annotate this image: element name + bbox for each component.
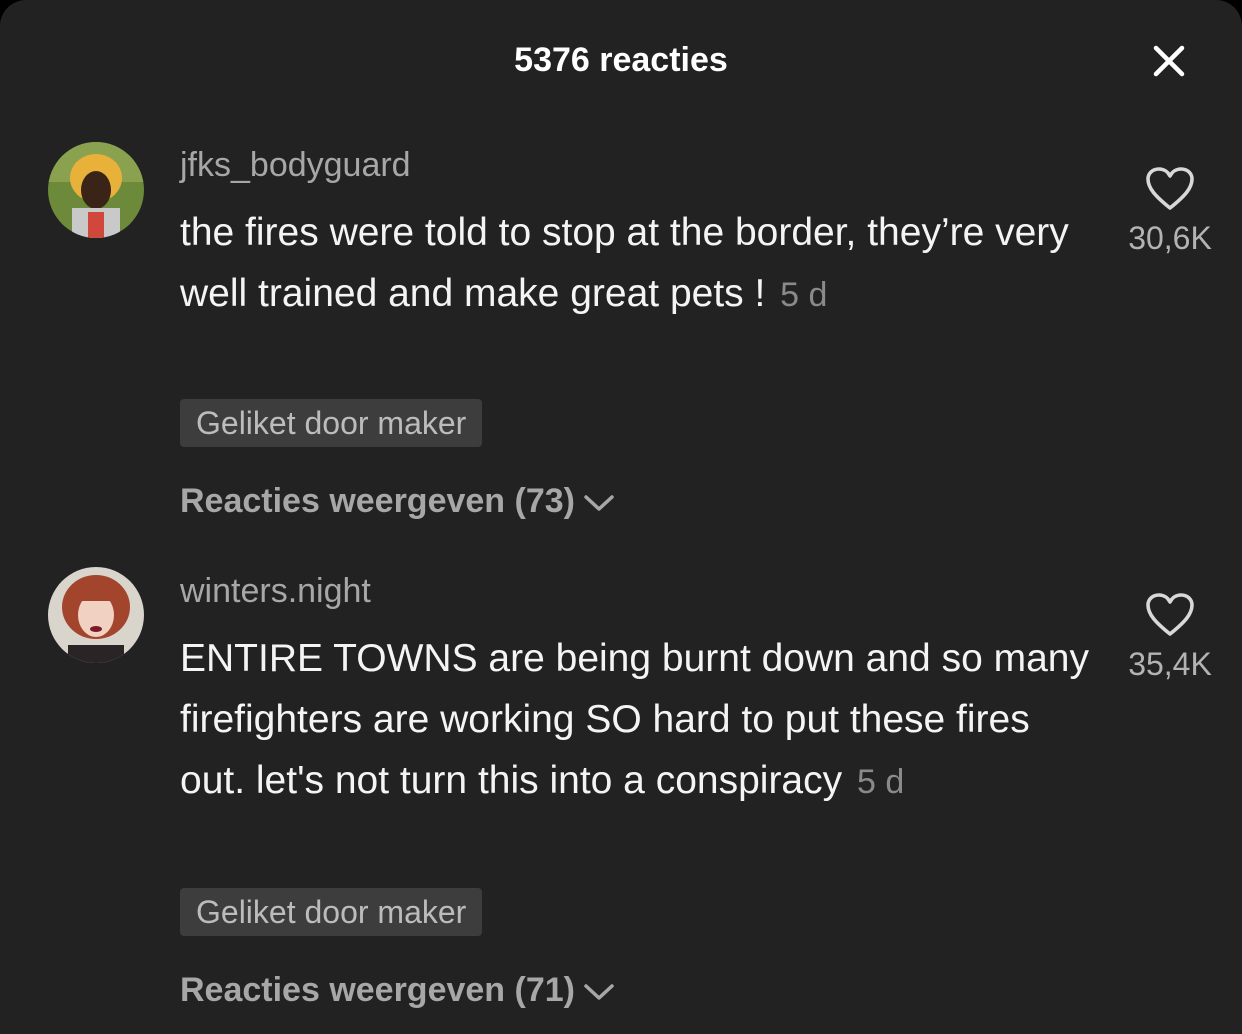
- chevron-down-icon: [584, 495, 614, 511]
- comment-text-block: the fires were told to stop at the borde…: [180, 202, 1090, 326]
- avatar[interactable]: [48, 567, 144, 663]
- comment-age: 5 d: [780, 276, 828, 314]
- like-button[interactable]: 35,4K: [1110, 592, 1230, 684]
- like-count: 35,4K: [1128, 646, 1212, 682]
- view-replies-label: Reacties weergeven (71): [180, 971, 575, 1009]
- heart-icon: [1146, 593, 1194, 636]
- close-icon[interactable]: [1148, 40, 1190, 82]
- comments-sheet: 5376 reacties jfks_bodyguard the fires w…: [0, 0, 1242, 1034]
- heart-icon: [1146, 167, 1194, 210]
- comment-text: ENTIRE TOWNS are being burnt down and so…: [180, 637, 1089, 802]
- liked-by-creator-badge: Geliket door maker: [180, 399, 483, 447]
- like-count: 30,6K: [1128, 220, 1212, 256]
- view-replies-label: Reacties weergeven (73): [180, 482, 575, 520]
- view-replies-button[interactable]: Reacties weergeven (73): [180, 479, 615, 523]
- like-button[interactable]: 30,6K: [1110, 166, 1230, 258]
- comment-username[interactable]: winters.night: [180, 569, 371, 613]
- view-replies-button[interactable]: Reacties weergeven (71): [180, 968, 615, 1012]
- chevron-down-icon: [584, 984, 614, 1000]
- comment-text: the fires were told to stop at the borde…: [180, 211, 1069, 315]
- liked-by-creator-badge: Geliket door maker: [180, 888, 483, 936]
- comment-text-block: ENTIRE TOWNS are being burnt down and so…: [180, 628, 1090, 813]
- avatar[interactable]: [48, 142, 144, 238]
- sheet-title: 5376 reacties: [514, 41, 728, 79]
- comment-age: 5 d: [856, 763, 905, 801]
- comment-username[interactable]: jfks_bodyguard: [180, 143, 411, 187]
